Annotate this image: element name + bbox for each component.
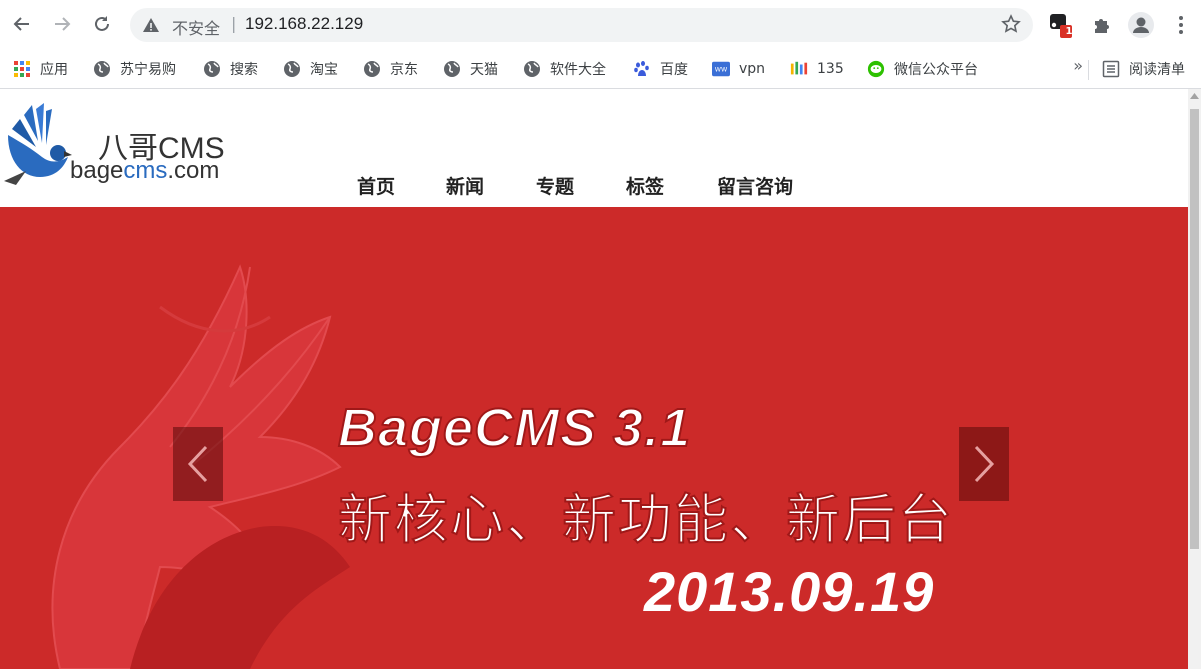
bookmark-label: 135 [817,61,844,77]
url-text[interactable]: 192.168.22.129 [245,14,363,34]
bookmark-label: 苏宁易购 [120,62,176,78]
bookmark-search[interactable]: 搜索 [203,57,258,81]
bookmark-label: vpn [739,61,766,77]
page-content: 八哥CMS bagecms.com 首页 新闻 专题 标签 留言咨询 BageC… [0,89,1188,669]
135-editor-icon [790,60,808,78]
nav-guestbook[interactable]: 留言咨询 [717,172,793,199]
extensions-button[interactable] [1089,12,1115,38]
puzzle-icon [1095,19,1109,33]
page-scrollbar[interactable] [1188,89,1201,669]
logo-domain[interactable]: bagecms.com [70,157,219,185]
chevron-right-icon [974,445,995,483]
bookmark-suning[interactable]: 苏宁易购 [93,57,176,81]
nav-news[interactable]: 新闻 [446,172,484,199]
bookmark-135[interactable]: 135 [790,57,844,81]
warning-icon[interactable] [142,16,160,38]
bookmark-star-icon[interactable] [1001,14,1021,38]
bookmark-label: 京东 [390,62,418,78]
reading-list-label: 阅读清单 [1129,62,1185,78]
baidu-paw-icon [633,60,651,78]
bookmark-software[interactable]: 软件大全 [523,57,606,81]
extension-button[interactable]: 1 [1048,12,1074,38]
globe-icon [523,60,541,78]
nav-home[interactable]: 首页 [357,172,395,199]
bookmark-apps[interactable]: 应用 [13,57,68,81]
nav-tags[interactable]: 标签 [626,172,664,199]
globe-icon [443,60,461,78]
kebab-menu-icon [1179,16,1183,34]
back-button[interactable] [8,10,36,38]
apps-grid-icon [13,60,31,78]
logo-domain-highlight: cms [123,157,168,184]
omnibox-separator: | [231,14,237,33]
bookmark-jd[interactable]: 京东 [363,57,418,81]
logo-domain-part: bage [70,157,124,184]
bookmark-baidu[interactable]: 百度 [633,57,688,81]
vpn-icon: WW [712,60,730,78]
avatar-icon [1128,12,1154,38]
slide-title: BageCMS 3.1 [337,397,692,459]
bookmark-vpn[interactable]: WW vpn [712,57,765,81]
reload-icon [95,16,109,31]
bookmarks-overflow-button[interactable]: » [1073,56,1083,75]
profile-button[interactable] [1128,12,1154,38]
reading-list-button[interactable]: 阅读清单 [1102,57,1185,81]
bookmark-tmall[interactable]: 天猫 [443,57,498,81]
logo-bird-icon[interactable] [2,101,72,191]
svg-text:WW: WW [715,67,728,74]
bookmark-label: 淘宝 [310,62,338,78]
site-header: 八哥CMS bagecms.com 首页 新闻 专题 标签 留言咨询 [0,89,1188,207]
bookmark-label: 百度 [660,62,688,78]
scrollbar-thumb[interactable] [1190,109,1199,549]
reading-list-icon [1102,60,1120,78]
wechat-icon [867,60,885,78]
extension-badge: 1 [1065,26,1073,37]
bookmark-label: 搜索 [230,62,258,78]
arrow-right-icon [55,17,71,31]
reload-button[interactable] [88,10,116,38]
arrow-left-icon [13,17,29,31]
browser-menu-button[interactable] [1168,12,1194,38]
browser-toolbar: 不安全 | 192.168.22.129 1 [0,0,1201,50]
bookmarks-divider [1088,60,1089,80]
globe-icon [203,60,221,78]
logo-domain-part: .com [167,157,220,184]
globe-icon [363,60,381,78]
globe-icon [93,60,111,78]
bookmark-wechat[interactable]: 微信公众平台 [867,57,978,81]
slide-date: 2013.09.19 [644,560,935,623]
slide-subtitle: 新核心、新功能、新后台 [337,487,954,552]
security-label[interactable]: 不安全 [172,15,220,39]
hero-carousel: BageCMS 3.1 新核心、新功能、新后台 2013.09.19 [0,207,1188,669]
bookmark-label: 天猫 [470,62,498,78]
carousel-next-button[interactable] [959,427,1009,501]
chevron-left-icon [187,445,208,483]
carousel-prev-button[interactable] [173,427,223,501]
bookmark-label: 软件大全 [550,62,606,78]
bookmarks-bar: 应用 苏宁易购 搜索 淘宝 京东 天猫 软件大全 百度 WW vpn 135 微… [0,50,1201,89]
forward-button[interactable] [48,10,76,38]
scroll-up-arrow-icon[interactable] [1188,89,1201,103]
bookmark-taobao[interactable]: 淘宝 [283,57,338,81]
address-bar[interactable]: 不安全 | 192.168.22.129 [130,8,1033,42]
bookmark-label: 微信公众平台 [894,62,978,78]
bookmark-label: 应用 [40,62,68,78]
globe-icon [283,60,301,78]
nav-topics[interactable]: 专题 [536,172,574,199]
